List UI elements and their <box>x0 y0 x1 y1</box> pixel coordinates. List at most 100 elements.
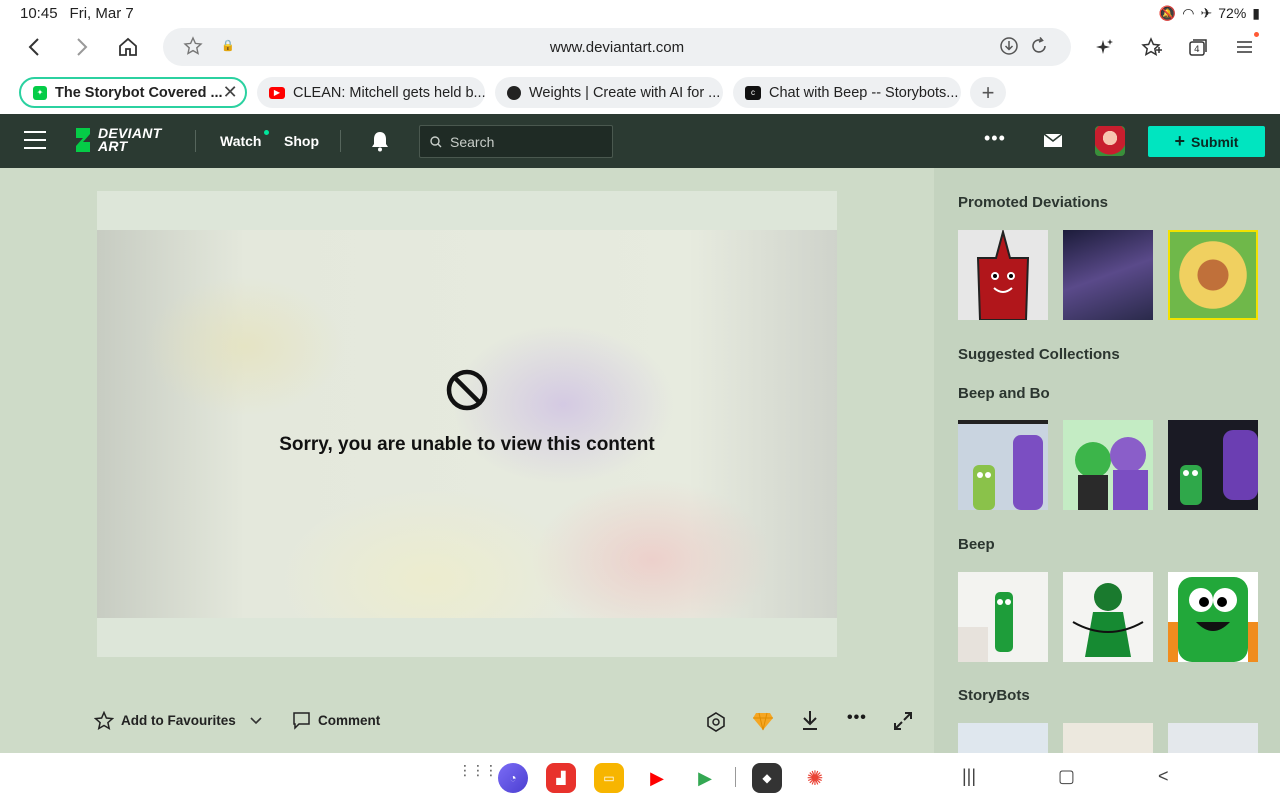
mute-icon: 🔕 <box>1158 4 1177 21</box>
tab-count: 4 <box>1194 45 1200 55</box>
search-input[interactable]: Search <box>419 125 613 158</box>
plus-icon: + <box>1174 131 1186 151</box>
tab-youtube[interactable]: ▶ CLEAN: Mitchell gets held b... <box>257 77 485 108</box>
reload-icon[interactable] <box>1029 36 1049 61</box>
new-tab-button[interactable]: + <box>970 77 1006 108</box>
collection-thumbnail[interactable] <box>958 723 1048 753</box>
action-bar: Add to Favourites Comment ••• <box>0 703 934 739</box>
collection-title[interactable]: StoryBots <box>958 687 1030 704</box>
notification-dot <box>1254 32 1259 37</box>
back-nav-icon[interactable]: < <box>1158 766 1169 787</box>
collection-thumbnail[interactable] <box>1063 723 1153 753</box>
download-icon[interactable] <box>800 709 820 736</box>
recents-icon[interactable]: ||| <box>962 766 976 787</box>
comment-icon <box>293 712 310 730</box>
tab-weights[interactable]: Weights | Create with AI for ... <box>495 77 723 108</box>
deviantart-logo[interactable]: DEVIANT ART <box>72 126 162 154</box>
samsung-internet-icon[interactable]: ◔ <box>498 763 528 793</box>
deviantart-favicon: ✦ <box>33 85 47 100</box>
tab-chat-beep[interactable]: c Chat with Beep -- Storybots... <box>733 77 961 108</box>
expand-icon[interactable] <box>893 711 913 736</box>
close-tab-icon[interactable]: ✕ <box>223 82 238 103</box>
comment-button[interactable]: Comment <box>292 711 380 730</box>
weights-favicon <box>507 85 521 100</box>
app-drawer-icon[interactable]: ⋮⋮⋮ <box>458 763 498 777</box>
deviation-viewer: Sorry, you are unable to view this conte… <box>97 191 837 657</box>
download-icon[interactable] <box>999 36 1019 61</box>
url-text: www.deviantart.com <box>549 38 685 56</box>
collection-title[interactable]: Beep and Bo <box>958 385 1050 402</box>
star-icon <box>94 711 114 730</box>
browser-toolbar: 🔒 www.deviantart.com 4 <box>0 26 1280 68</box>
tab-strip: ✦ The Storybot Covered ... ✕ ▶ CLEAN: Mi… <box>0 72 1280 112</box>
chevron-down-icon[interactable] <box>249 713 263 732</box>
watch-link[interactable]: Watch <box>220 133 261 149</box>
collection-thumbnail[interactable] <box>1063 572 1153 662</box>
battery-icon: ▮ <box>1252 4 1260 21</box>
mail-icon[interactable] <box>1043 133 1063 153</box>
google-photos-icon[interactable]: ✺ <box>800 763 830 793</box>
status-time: 10:45 <box>20 4 58 22</box>
tab-storybot[interactable]: ✦ The Storybot Covered ... ✕ <box>19 77 247 108</box>
collection-thumbnail[interactable] <box>1168 723 1258 753</box>
status-icons: 🔕 ◠ ✈ 72% ▮ <box>1159 5 1260 22</box>
back-icon[interactable] <box>18 31 50 63</box>
comment-label: Comment <box>318 713 381 728</box>
promoted-deviations-heading: Promoted Deviations <box>958 194 1109 211</box>
promoted-thumbnail[interactable] <box>1168 230 1258 320</box>
chat-favicon: c <box>745 85 761 100</box>
airplane-icon: ✈ <box>1200 4 1213 21</box>
home-nav-icon[interactable]: ▢ <box>1058 766 1075 787</box>
collection-thumbnail[interactable] <box>958 420 1048 510</box>
badge-icon[interactable] <box>706 711 726 738</box>
blurred-artwork <box>97 230 837 618</box>
youtube-icon[interactable]: ▶ <box>642 763 672 793</box>
search-placeholder: Search <box>450 133 495 150</box>
site-header: DEVIANT ART <box>0 114 1280 168</box>
submit-button[interactable]: + Submit <box>1148 126 1265 157</box>
collection-thumbnail[interactable] <box>958 572 1048 662</box>
collection-thumbnail[interactable] <box>1063 420 1153 510</box>
promoted-thumbnail[interactable] <box>1063 230 1153 320</box>
logo-text-line2: ART <box>98 138 128 154</box>
status-bar: 10:45 Fri, Mar 7 🔕 ◠ ✈ 72% ▮ <box>0 0 1280 26</box>
favourite-label: Add to Favourites <box>121 713 236 728</box>
collection-title[interactable]: Beep <box>958 536 995 553</box>
youtube-favicon: ▶ <box>269 86 285 99</box>
header-divider <box>195 130 196 152</box>
blocked-message: Sorry, you are unable to view this conte… <box>279 434 655 455</box>
avatar[interactable] <box>1095 126 1125 156</box>
forward-icon[interactable] <box>66 31 98 63</box>
search-icon <box>430 135 442 147</box>
collection-thumbnail[interactable] <box>1168 572 1258 662</box>
battery-level: 72% <box>1218 5 1247 21</box>
add-to-favourites-button[interactable]: Add to Favourites <box>94 711 236 730</box>
core-gem-icon[interactable] <box>752 711 774 736</box>
more-actions-icon[interactable]: ••• <box>847 709 867 727</box>
sparkle-icon[interactable] <box>1089 31 1121 63</box>
bookmarks-icon[interactable] <box>1136 31 1168 63</box>
play-store-icon[interactable]: ▶ <box>690 763 720 793</box>
home-icon[interactable] <box>112 31 144 63</box>
shop-link[interactable]: Shop <box>284 133 319 149</box>
submit-label: Submit <box>1191 133 1239 150</box>
browser-menu-icon[interactable] <box>1229 31 1261 63</box>
deviantart-logo-icon <box>76 128 90 152</box>
more-options-icon[interactable]: ••• <box>984 128 1006 149</box>
bell-icon[interactable] <box>370 130 390 157</box>
collection-thumbnail[interactable] <box>1168 420 1258 510</box>
flipboard-icon[interactable]: ▟ <box>546 763 576 793</box>
android-nav-bar: ⋮⋮⋮ ◔ ▟ ▭ ▶ ▶ ◆ ✺ ||| ▢ < <box>0 753 1280 800</box>
tabs-icon[interactable]: 4 <box>1182 31 1214 63</box>
status-date: Fri, Mar 7 <box>69 4 134 22</box>
url-bar[interactable]: 🔒 www.deviantart.com <box>163 28 1071 66</box>
roblox-icon[interactable]: ◆ <box>752 763 782 793</box>
tab-title: CLEAN: Mitchell gets held b... <box>293 84 485 101</box>
suggested-collections-heading: Suggested Collections <box>958 346 1120 363</box>
deviation-main: Sorry, you are unable to view this conte… <box>0 168 934 753</box>
hamburger-menu-icon[interactable] <box>24 131 46 149</box>
header-divider <box>340 130 341 152</box>
my-files-icon[interactable]: ▭ <box>594 763 624 793</box>
tab-title: The Storybot Covered ... <box>55 84 223 101</box>
promoted-thumbnail[interactable] <box>958 230 1048 320</box>
